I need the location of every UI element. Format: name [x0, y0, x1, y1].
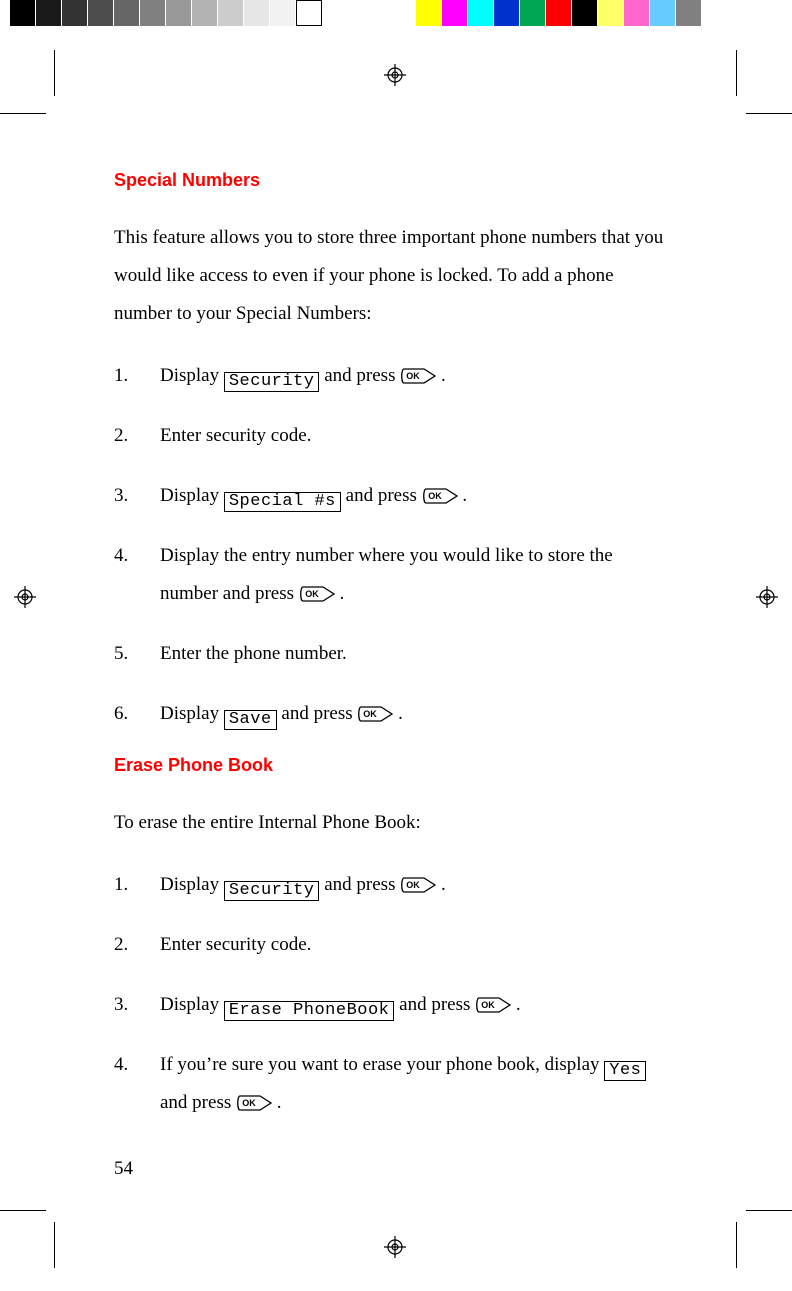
step-text: and press [324, 365, 400, 386]
step-text: Display [160, 485, 224, 506]
step-text: Display the entry number where you would… [160, 545, 613, 604]
step-text: Display [160, 365, 224, 386]
registration-mark [756, 586, 778, 608]
step-text: Display [160, 994, 224, 1015]
step-number: 6. [114, 695, 160, 733]
step-number: 4. [114, 1046, 160, 1122]
ok-key-icon: OK [400, 876, 436, 894]
page-content: Special Numbers This feature allows you … [114, 170, 674, 1144]
crop-mark [0, 1210, 46, 1211]
ok-key-icon: OK [236, 1094, 272, 1112]
registration-mark [384, 1236, 406, 1258]
ok-key-icon: OK [422, 487, 458, 505]
step-text: . [516, 994, 521, 1015]
step-text: . [277, 1092, 282, 1113]
step-number: 4. [114, 537, 160, 613]
crop-mark [746, 1210, 792, 1211]
step-text: . [340, 583, 345, 604]
section-title-erase-phone-book: Erase Phone Book [114, 755, 674, 776]
menu-label-yes: Yes [604, 1061, 646, 1081]
crop-mark [736, 1222, 737, 1268]
ok-key-icon: OK [357, 705, 393, 723]
step-text: and press [324, 874, 400, 895]
step-text: Display [160, 703, 224, 724]
step-text: and press [399, 994, 475, 1015]
crop-mark [0, 113, 46, 114]
crop-mark [54, 50, 55, 96]
step-text: . [398, 703, 403, 724]
step-item: 3. Display Erase PhoneBook and press OK … [114, 986, 674, 1024]
step-text: . [441, 874, 446, 895]
step-text: and press [160, 1092, 236, 1113]
registration-mark [384, 64, 406, 86]
step-item: 2. Enter security code. [114, 417, 674, 455]
crop-mark [746, 113, 792, 114]
svg-text:OK: OK [481, 1000, 495, 1010]
step-number: 1. [114, 357, 160, 395]
step-text: . [441, 365, 446, 386]
steps-list-special-numbers: 1. Display Security and press OK . 2. En… [114, 357, 674, 733]
step-number: 3. [114, 986, 160, 1024]
grayscale-calibration-bar [10, 0, 322, 26]
svg-text:OK: OK [428, 491, 442, 501]
registration-mark [14, 586, 36, 608]
menu-label-special-numbers: Special #s [224, 492, 341, 512]
section-intro: This feature allows you to store three i… [114, 219, 674, 333]
step-text: and press [346, 485, 422, 506]
step-item: 6. Display Save and press OK . [114, 695, 674, 733]
menu-label-security: Security [224, 372, 320, 392]
step-number: 2. [114, 417, 160, 455]
menu-label-security: Security [224, 881, 320, 901]
step-item: 1. Display Security and press OK . [114, 357, 674, 395]
page-number: 54 [114, 1158, 133, 1180]
step-item: 3. Display Special #s and press OK . [114, 477, 674, 515]
ok-key-icon: OK [299, 585, 335, 603]
step-item: 1. Display Security and press OK . [114, 866, 674, 904]
svg-text:OK: OK [242, 1098, 256, 1108]
step-text: . [462, 485, 467, 506]
section-title-special-numbers: Special Numbers [114, 170, 674, 191]
svg-text:OK: OK [406, 371, 420, 381]
ok-key-icon: OK [475, 996, 511, 1014]
svg-text:OK: OK [364, 709, 378, 719]
menu-label-save: Save [224, 710, 277, 730]
svg-text:OK: OK [406, 880, 420, 890]
steps-list-erase-phone-book: 1. Display Security and press OK . 2. En… [114, 866, 674, 1122]
crop-mark [736, 50, 737, 96]
step-item: 4. Display the entry number where you wo… [114, 537, 674, 613]
step-text: Enter security code. [160, 417, 674, 455]
step-number: 2. [114, 926, 160, 964]
menu-label-erase-phonebook: Erase PhoneBook [224, 1001, 395, 1021]
step-text: Enter the phone number. [160, 635, 674, 673]
step-number: 1. [114, 866, 160, 904]
svg-text:OK: OK [305, 589, 319, 599]
step-item: 5. Enter the phone number. [114, 635, 674, 673]
crop-mark [54, 1222, 55, 1268]
step-text: and press [281, 703, 357, 724]
step-text: Display [160, 874, 224, 895]
ok-key-icon: OK [400, 367, 436, 385]
step-number: 5. [114, 635, 160, 673]
step-text: Enter security code. [160, 926, 674, 964]
step-item: 4. If you’re sure you want to erase your… [114, 1046, 674, 1122]
step-number: 3. [114, 477, 160, 515]
step-item: 2. Enter security code. [114, 926, 674, 964]
color-calibration-bar [416, 0, 702, 26]
step-text: If you’re sure you want to erase your ph… [160, 1054, 604, 1075]
section-intro: To erase the entire Internal Phone Book: [114, 804, 674, 842]
